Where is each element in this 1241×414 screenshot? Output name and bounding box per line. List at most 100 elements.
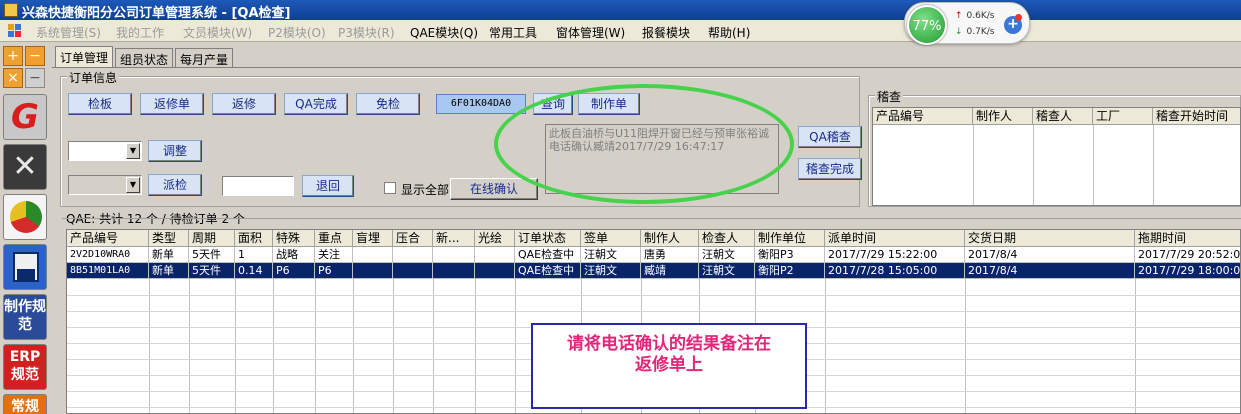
table-cell[interactable]: 新单 xyxy=(149,247,189,263)
table-cell[interactable]: 2017/8/4 xyxy=(965,263,1135,279)
col-order-status[interactable]: 订单状态 xyxy=(515,230,581,247)
table-cell[interactable]: P6 xyxy=(273,263,315,279)
recheck-col-start-time[interactable]: 稽查开始时间 xyxy=(1153,108,1240,125)
table-cell[interactable]: 5天件 xyxy=(189,263,235,279)
col-type[interactable]: 类型 xyxy=(149,230,189,247)
table-cell[interactable] xyxy=(433,247,475,263)
erp-spec-button[interactable]: ERP规范 xyxy=(3,344,47,390)
table-cell[interactable]: 汪朝文 xyxy=(699,247,755,263)
back-button[interactable]: 退回 xyxy=(302,175,354,197)
table-cell[interactable]: 2017/7/29 20:52:0 xyxy=(1135,247,1240,263)
table-cell[interactable]: 衡阳P2 xyxy=(755,263,825,279)
network-monitor[interactable]: 77% ↑ 0.6K/s ↓ 0.7K/s + xyxy=(904,2,1030,45)
menu-help[interactable]: 帮助(H) xyxy=(708,24,750,41)
col-unit[interactable]: 制作单位 xyxy=(755,230,825,247)
table-cell[interactable]: 汪朝文 xyxy=(581,247,641,263)
tab-member-status[interactable]: 组员状态 xyxy=(115,48,174,67)
tab-monthly-output[interactable]: 每月产量 xyxy=(175,48,234,67)
chevron-down-icon[interactable]: ▼ xyxy=(126,177,140,193)
close-icon[interactable]: × xyxy=(3,68,23,88)
table-cell[interactable] xyxy=(353,247,393,263)
save-icon[interactable] xyxy=(3,244,47,290)
minimize-icon[interactable]: − xyxy=(25,68,45,88)
table-cell[interactable]: P6 xyxy=(315,263,353,279)
menu-window[interactable]: 窗体管理(W) xyxy=(556,24,625,41)
recheck-col-checker[interactable]: 稽查人 xyxy=(1033,108,1093,125)
col-delay-time[interactable]: 拖期时间 xyxy=(1135,230,1240,247)
recheck-col-factory[interactable]: 工厂 xyxy=(1093,108,1153,125)
online-confirm-button[interactable]: 在线确认 xyxy=(450,178,538,200)
table-cell[interactable]: 5天件 xyxy=(189,247,235,263)
table-cell[interactable]: 衡阳P3 xyxy=(755,247,825,263)
show-all-checkbox[interactable] xyxy=(384,182,396,194)
chart-icon[interactable] xyxy=(3,194,47,240)
menu-my-work[interactable]: 我的工作 xyxy=(116,24,164,41)
tab-order-management[interactable]: 订单管理 xyxy=(55,46,114,68)
repair-button[interactable]: 返修 xyxy=(212,93,276,115)
col-cycle[interactable]: 周期 xyxy=(189,230,235,247)
recheck-done-button[interactable]: 稽查完成 xyxy=(798,158,862,180)
col-maker[interactable]: 制作人 xyxy=(641,230,699,247)
table-cell[interactable]: 8B51M01LA0 xyxy=(67,263,149,279)
menu-meal[interactable]: 报餐模块 xyxy=(642,24,690,41)
qa-recheck-button[interactable]: QA稽查 xyxy=(798,126,862,148)
inspect-button[interactable]: 检板 xyxy=(68,93,132,115)
dispatch-button[interactable]: 派检 xyxy=(148,174,202,196)
order-code-field[interactable]: 6F01K04DA0 xyxy=(436,94,526,114)
table-cell[interactable]: 2V2D10WRA0 xyxy=(67,247,149,263)
table-cell[interactable]: 臧靖 xyxy=(641,263,699,279)
table-cell[interactable]: 2017/8/4 xyxy=(965,247,1135,263)
col-area[interactable]: 面积 xyxy=(235,230,273,247)
recheck-table[interactable]: 产品编号 制作人 稽查人 工厂 稽查开始时间 xyxy=(872,107,1241,206)
return-reason-input[interactable] xyxy=(222,176,294,196)
col-new[interactable]: 新... xyxy=(433,230,475,247)
table-cell[interactable] xyxy=(433,263,475,279)
table-cell[interactable]: 战略 xyxy=(273,247,315,263)
table-cell[interactable]: 1 xyxy=(235,247,273,263)
qa-complete-button[interactable]: QA完成 xyxy=(284,93,348,115)
adjust-combo[interactable]: ▼ xyxy=(68,141,142,161)
col-delivery-date[interactable]: 交货日期 xyxy=(965,230,1135,247)
col-laminate[interactable]: 压合 xyxy=(393,230,433,247)
exempt-button[interactable]: 免检 xyxy=(356,93,420,115)
table-cell[interactable] xyxy=(353,263,393,279)
col-checker[interactable]: 检查人 xyxy=(699,230,755,247)
dispatch-combo[interactable]: ▼ xyxy=(68,175,142,195)
chevron-down-icon[interactable]: ▼ xyxy=(126,143,140,159)
table-cell[interactable]: 2017/7/28 15:05:00 xyxy=(825,263,965,279)
table-cell[interactable]: QAE检查中 xyxy=(515,247,581,263)
minus-icon[interactable]: − xyxy=(25,46,45,66)
repair-order-button[interactable]: 返修单 xyxy=(140,93,204,115)
table-cell[interactable]: 2017/7/29 15:22:00 xyxy=(825,247,965,263)
table-cell[interactable]: 唐勇 xyxy=(641,247,699,263)
col-product-no[interactable]: 产品编号 xyxy=(67,230,149,247)
table-cell[interactable]: 关注 xyxy=(315,247,353,263)
col-dispatch-time[interactable]: 派单时间 xyxy=(825,230,965,247)
menu-p2[interactable]: P2模块(O) xyxy=(268,24,326,41)
menu-system[interactable]: 系统管理(S) xyxy=(36,24,101,41)
table-cell[interactable] xyxy=(475,263,515,279)
tools-icon[interactable]: ✕ xyxy=(3,144,47,190)
recheck-col-maker[interactable]: 制作人 xyxy=(973,108,1033,125)
menu-p3[interactable]: P3模块(R) xyxy=(338,24,395,41)
table-cell[interactable]: QAE检查中 xyxy=(515,263,581,279)
table-cell[interactable] xyxy=(475,247,515,263)
table-cell[interactable]: 新单 xyxy=(149,263,189,279)
recheck-col-product[interactable]: 产品编号 xyxy=(873,108,973,125)
menu-tools[interactable]: 常用工具 xyxy=(489,24,537,41)
add-icon[interactable]: + xyxy=(3,46,23,66)
table-cell[interactable] xyxy=(393,263,433,279)
table-cell[interactable]: 汪朝文 xyxy=(581,263,641,279)
window-menu-icon[interactable] xyxy=(8,24,22,38)
table-cell[interactable] xyxy=(393,247,433,263)
normal-button[interactable]: 常规 xyxy=(3,394,47,414)
col-photoplot[interactable]: 光绘 xyxy=(475,230,515,247)
menu-clerk[interactable]: 文员模块(W) xyxy=(183,24,252,41)
table-cell[interactable]: 2017/7/29 18:00:0 xyxy=(1135,263,1240,279)
col-sign[interactable]: 签单 xyxy=(581,230,641,247)
adjust-button[interactable]: 调整 xyxy=(148,140,202,162)
col-key[interactable]: 重点 xyxy=(315,230,353,247)
logo-icon[interactable]: G xyxy=(3,94,47,140)
col-special[interactable]: 特殊 xyxy=(273,230,315,247)
make-spec-button[interactable]: 制作规范 xyxy=(3,294,47,340)
